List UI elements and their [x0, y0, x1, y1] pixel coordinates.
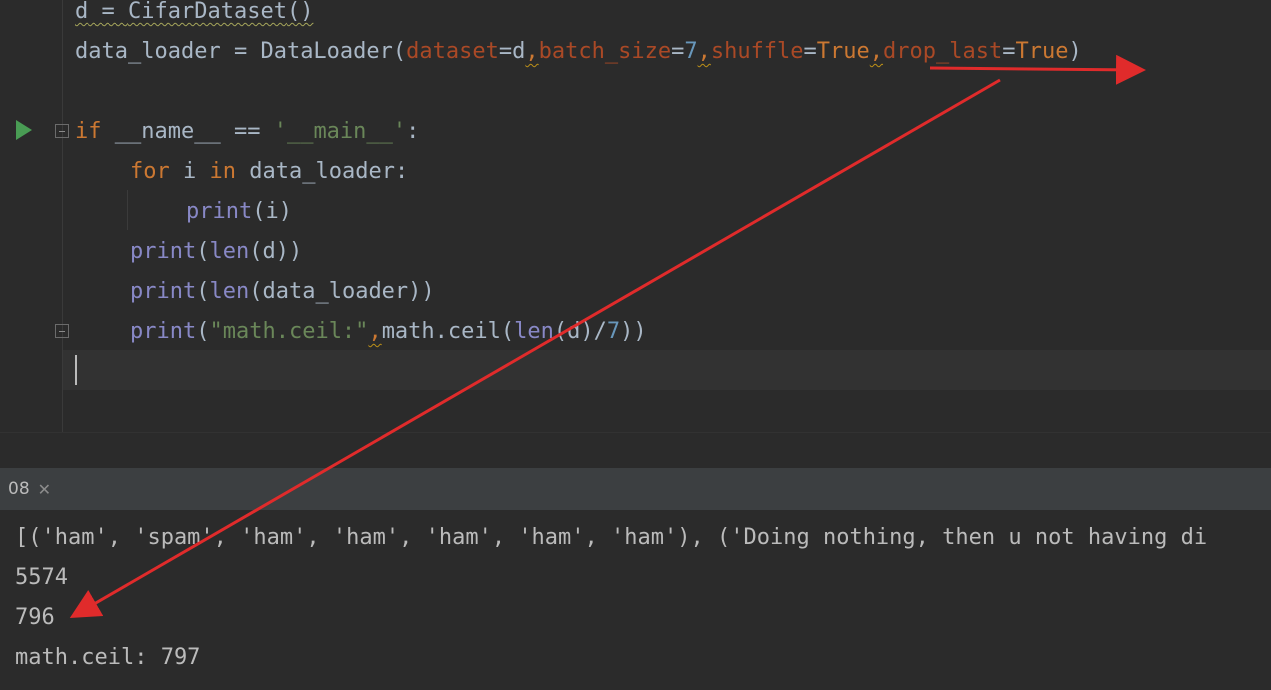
code-line-1: d = CifarDataset() [75, 0, 313, 32]
token: CifarDataset [128, 0, 287, 24]
code-line-6: print(i) [186, 192, 292, 232]
code-editor[interactable]: d = CifarDataset() data_loader = DataLoa… [0, 0, 1271, 432]
token: , [869, 39, 884, 64]
console-line: 796 [15, 605, 55, 630]
indent-guide [127, 190, 128, 230]
token: if [75, 119, 102, 144]
current-line-highlight [63, 350, 1271, 390]
token: 7 [684, 39, 698, 64]
token: batch_size [538, 39, 672, 64]
code-line-9: print("math.ceil:",math.ceil(len(d)/7)) [130, 312, 647, 352]
editor-gutter [0, 0, 62, 432]
fold-end-icon[interactable] [55, 324, 69, 338]
code-line-4: if __name__ == '__main__': [75, 112, 419, 152]
token: = [803, 39, 817, 64]
token: , [368, 319, 382, 344]
token: __name__ [101, 119, 234, 144]
token: len [514, 319, 554, 344]
token: d [75, 0, 89, 24]
token: , [697, 39, 711, 64]
run-tool-window-header: 08 ✕ [0, 468, 1271, 510]
token: (data_loader)) [249, 279, 435, 304]
code-line-8: print(len(data_loader)) [130, 272, 435, 312]
token: data_loader [75, 39, 221, 64]
close-icon[interactable]: ✕ [38, 480, 51, 499]
token: 7 [606, 319, 621, 344]
token: (d)/ [553, 319, 607, 344]
run-icon[interactable] [16, 120, 32, 140]
token: math.ceil( [381, 319, 515, 344]
token: : [406, 119, 420, 144]
token: (i) [252, 199, 292, 224]
token: ) [1068, 39, 1082, 64]
token: = [671, 39, 685, 64]
token: True [816, 39, 870, 64]
code-line-5: for i in data_loader: [130, 152, 408, 192]
token: len [209, 239, 250, 264]
token: == [233, 119, 274, 144]
token: True [1015, 39, 1069, 64]
token: DataLoader [260, 39, 393, 64]
token: ( [196, 319, 210, 344]
token: )) [620, 319, 647, 344]
token: print [186, 199, 253, 224]
console-line: 5574 [15, 565, 68, 590]
token: () [286, 0, 314, 24]
run-tab-label: 08 [8, 479, 30, 499]
token: ( [196, 239, 210, 264]
token: len [209, 279, 250, 304]
token: drop_last [883, 39, 1003, 64]
token: dataset [406, 39, 499, 64]
token: d [512, 39, 526, 64]
token: i [169, 159, 210, 184]
token: shuffle [710, 39, 804, 64]
token: for [130, 159, 170, 184]
token: = [498, 39, 513, 64]
token: = [88, 0, 128, 24]
console-line: math.ceil: 797 [15, 645, 201, 670]
run-console-output[interactable]: [('ham', 'spam', 'ham', 'ham', 'ham', 'h… [0, 510, 1271, 690]
code-line-2: data_loader = DataLoader(dataset=d,batch… [75, 32, 1082, 72]
token: ( [196, 279, 210, 304]
token: '__main__' [273, 119, 407, 144]
token: ( [392, 39, 407, 64]
token: print [130, 239, 197, 264]
code-line-7: print(len(d)) [130, 232, 302, 272]
token: (d)) [249, 239, 303, 264]
token: print [130, 319, 197, 344]
token: = [220, 39, 261, 64]
fold-collapse-icon[interactable] [55, 124, 69, 138]
token: data_loader: [236, 159, 409, 184]
token: print [130, 279, 197, 304]
token: "math.ceil:" [209, 319, 369, 344]
panel-splitter[interactable] [0, 432, 1271, 469]
token: = [1002, 39, 1016, 64]
run-tab[interactable]: 08 ✕ [0, 468, 59, 510]
text-caret [75, 355, 77, 385]
token: in [209, 159, 237, 184]
console-line: [('ham', 'spam', 'ham', 'ham', 'ham', 'h… [15, 525, 1208, 550]
token: , [525, 39, 539, 64]
